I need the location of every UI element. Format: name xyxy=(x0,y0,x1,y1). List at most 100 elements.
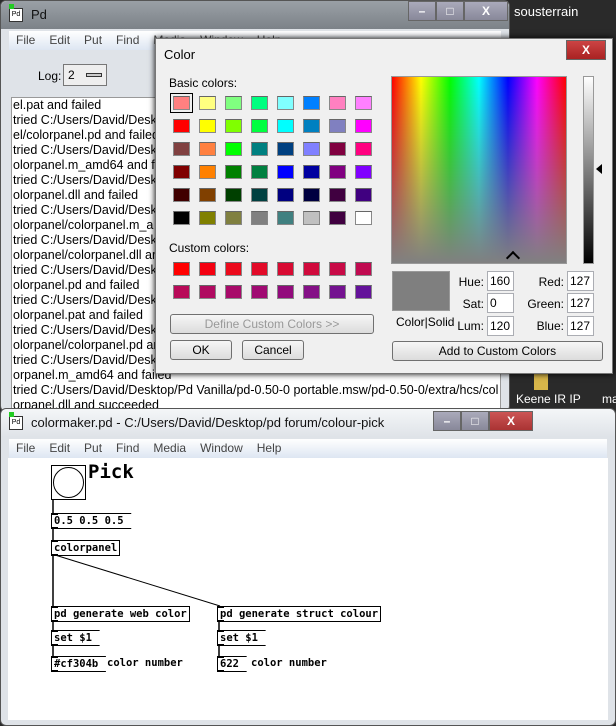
basic-color-swatch[interactable] xyxy=(303,188,320,202)
basic-color-swatch[interactable] xyxy=(199,211,216,225)
green-input[interactable]: 127 xyxy=(567,293,594,313)
basic-color-swatch[interactable] xyxy=(329,142,346,156)
basic-color-swatch[interactable] xyxy=(251,188,268,202)
colorpanel-object[interactable]: colorpanel xyxy=(51,540,121,556)
custom-color-swatch[interactable] xyxy=(303,262,320,276)
custom-color-swatch[interactable] xyxy=(251,262,268,276)
custom-color-swatch[interactable] xyxy=(303,285,320,299)
custom-color-swatch[interactable] xyxy=(225,285,242,299)
log-level-select[interactable]: 2 xyxy=(63,64,107,86)
custom-color-swatch[interactable] xyxy=(173,262,190,276)
close-button[interactable]: X xyxy=(464,1,508,21)
set-message-web[interactable]: set $1 xyxy=(51,630,100,646)
maximize-button[interactable]: □ xyxy=(461,411,489,431)
add-to-custom-colors-button[interactable]: Add to Custom Colors xyxy=(392,341,603,361)
menu-edit[interactable]: Edit xyxy=(42,439,77,458)
luminance-slider[interactable] xyxy=(583,76,594,264)
basic-color-swatch[interactable] xyxy=(173,211,190,225)
menu-edit[interactable]: Edit xyxy=(42,31,77,50)
basic-color-swatch[interactable] xyxy=(225,188,242,202)
basic-color-swatch[interactable] xyxy=(173,142,190,156)
basic-color-swatch[interactable] xyxy=(329,165,346,179)
custom-color-swatch[interactable] xyxy=(329,262,346,276)
basic-color-swatch[interactable] xyxy=(303,211,320,225)
dialog-close-button[interactable]: X xyxy=(566,40,606,60)
red-input[interactable]: 127 xyxy=(567,271,594,291)
basic-color-swatch[interactable] xyxy=(225,142,242,156)
basic-color-swatch[interactable] xyxy=(225,165,242,179)
basic-color-swatch[interactable] xyxy=(303,119,320,133)
desktop-icon-keene[interactable]: Keene IR IP xyxy=(512,372,581,412)
basic-color-swatch[interactable] xyxy=(173,165,190,179)
basic-color-swatch[interactable] xyxy=(225,96,242,110)
generate-struct-colour-subpatch[interactable]: pd generate struct colour xyxy=(217,606,382,622)
set-message-struct[interactable]: set $1 xyxy=(217,630,266,646)
hue-input[interactable]: 160 xyxy=(487,271,514,291)
minimize-button[interactable]: – xyxy=(408,1,436,21)
basic-color-swatch[interactable] xyxy=(277,188,294,202)
basic-color-swatch[interactable] xyxy=(199,165,216,179)
bang-button[interactable] xyxy=(51,465,86,500)
custom-color-swatch[interactable] xyxy=(277,285,294,299)
basic-color-swatch[interactable] xyxy=(277,142,294,156)
basic-color-swatch[interactable] xyxy=(355,211,372,225)
basic-color-swatch[interactable] xyxy=(225,119,242,133)
basic-color-swatch[interactable] xyxy=(277,96,294,110)
basic-color-swatch[interactable] xyxy=(277,165,294,179)
basic-color-swatch[interactable] xyxy=(251,211,268,225)
menu-media[interactable]: Media xyxy=(146,439,193,458)
basic-color-swatch[interactable] xyxy=(355,142,372,156)
basic-color-swatch[interactable] xyxy=(199,188,216,202)
menu-put[interactable]: Put xyxy=(77,31,109,50)
custom-color-swatch[interactable] xyxy=(355,285,372,299)
basic-color-swatch[interactable] xyxy=(329,211,346,225)
minimize-button[interactable]: – xyxy=(433,411,461,431)
basic-color-swatch[interactable] xyxy=(199,142,216,156)
sat-input[interactable]: 0 xyxy=(487,293,514,313)
basic-color-swatch[interactable] xyxy=(277,119,294,133)
custom-color-swatch[interactable] xyxy=(199,262,216,276)
lum-input[interactable]: 120 xyxy=(487,316,514,336)
desktop-icon-label[interactable]: ma xyxy=(602,392,616,406)
menu-put[interactable]: Put xyxy=(77,439,109,458)
basic-color-swatch[interactable] xyxy=(329,96,346,110)
define-custom-colors-button[interactable]: Define Custom Colors >> xyxy=(170,314,374,334)
blue-input[interactable]: 127 xyxy=(567,316,594,336)
ok-button[interactable]: OK xyxy=(170,340,232,360)
luminance-arrow-icon[interactable] xyxy=(596,164,602,174)
generate-web-color-subpatch[interactable]: pd generate web color xyxy=(51,606,190,622)
basic-color-swatch[interactable] xyxy=(173,188,190,202)
basic-color-swatch[interactable] xyxy=(173,119,190,133)
custom-color-swatch[interactable] xyxy=(173,285,190,299)
basic-color-swatch[interactable] xyxy=(303,96,320,110)
menu-find[interactable]: Find xyxy=(109,31,146,50)
maximize-button[interactable]: □ xyxy=(436,1,464,21)
basic-color-swatch[interactable] xyxy=(199,96,216,110)
basic-color-swatch[interactable] xyxy=(251,165,268,179)
basic-color-swatch[interactable] xyxy=(199,119,216,133)
close-button[interactable]: X xyxy=(489,411,533,431)
rgb-message-box[interactable]: 0.5 0.5 0.5 xyxy=(51,513,132,529)
menu-help[interactable]: Help xyxy=(250,439,289,458)
menu-file[interactable]: File xyxy=(9,31,42,50)
basic-color-swatch[interactable] xyxy=(170,93,193,113)
custom-color-swatch[interactable] xyxy=(277,262,294,276)
menu-file[interactable]: File xyxy=(9,439,42,458)
basic-color-swatch[interactable] xyxy=(355,188,372,202)
basic-color-swatch[interactable] xyxy=(355,119,372,133)
patch-canvas[interactable]: Pick 0.5 0.5 0.5 colorpanel pd generate … xyxy=(8,458,608,720)
basic-color-swatch[interactable] xyxy=(303,142,320,156)
menu-window[interactable]: Window xyxy=(193,439,250,458)
menu-find[interactable]: Find xyxy=(109,439,146,458)
custom-color-swatch[interactable] xyxy=(225,262,242,276)
custom-color-swatch[interactable] xyxy=(329,285,346,299)
basic-color-swatch[interactable] xyxy=(303,165,320,179)
basic-color-swatch[interactable] xyxy=(329,188,346,202)
basic-color-swatch[interactable] xyxy=(355,96,372,110)
custom-color-swatch[interactable] xyxy=(251,285,268,299)
basic-color-swatch[interactable] xyxy=(251,142,268,156)
custom-color-swatch[interactable] xyxy=(355,262,372,276)
basic-color-swatch[interactable] xyxy=(225,211,242,225)
cancel-button[interactable]: Cancel xyxy=(242,340,304,360)
basic-color-swatch[interactable] xyxy=(355,165,372,179)
